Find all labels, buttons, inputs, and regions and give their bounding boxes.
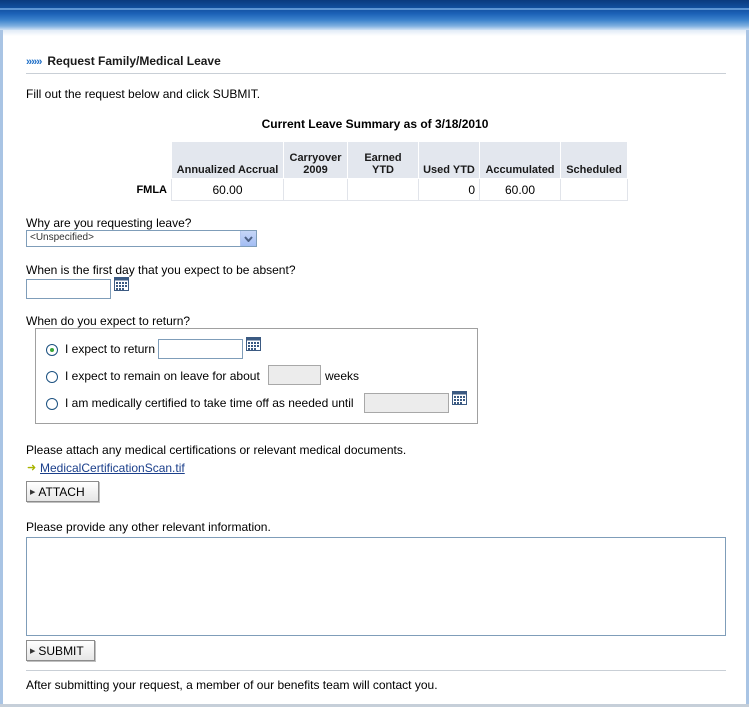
remain-weeks-radio[interactable]: [46, 371, 58, 383]
col-header: Earned YTD: [347, 141, 419, 179]
title-arrows-icon: »»»: [26, 56, 42, 68]
col-header: Accumulated: [479, 141, 561, 179]
calendar-icon[interactable]: [114, 277, 129, 291]
reason-label: Why are you requesting leave?: [26, 216, 192, 230]
header-fade: [0, 30, 749, 36]
weeks-input[interactable]: [268, 365, 321, 385]
attachment-link[interactable]: MedicalCertificationScan.tif: [40, 461, 185, 475]
calendar-icon[interactable]: [246, 337, 261, 351]
cell-carryover: [283, 178, 348, 201]
page-title-text: Request Family/Medical Leave: [47, 54, 221, 68]
weeks-suffix: weeks: [325, 369, 360, 383]
title-divider: [26, 73, 726, 74]
chevron-down-icon[interactable]: [240, 231, 256, 246]
table-corner: [129, 141, 172, 179]
attach-prompt: Please attach any medical certifications…: [26, 443, 407, 457]
cell-earned-ytd: [347, 178, 419, 201]
return-options-group: I expect to return I expect to remain on…: [35, 328, 478, 424]
cell-used-ytd: 0: [418, 178, 480, 201]
footer-divider: [26, 670, 726, 671]
footer-note: After submitting your request, a member …: [26, 678, 438, 692]
certified-until-input[interactable]: [364, 393, 449, 413]
col-header: Carryover 2009: [283, 141, 348, 179]
attach-button-label: ATTACH: [38, 484, 85, 499]
col-header: Used YTD: [418, 141, 480, 179]
button-arrow-icon: ▶: [30, 488, 36, 496]
intro-text: Fill out the request below and click SUB…: [26, 87, 261, 101]
return-date-radio[interactable]: [46, 344, 58, 356]
cell-annualized-accrual: 60.00: [171, 178, 284, 201]
app-header-bar: [0, 0, 749, 30]
cell-accumulated: 60.00: [479, 178, 561, 201]
first-day-input[interactable]: [26, 279, 111, 299]
submit-button[interactable]: ▶ SUBMIT: [26, 640, 95, 661]
page-title: »»» Request Family/Medical Leave: [26, 54, 221, 68]
remain-weeks-label: I expect to remain on leave for about: [65, 369, 260, 383]
certified-until-label: I am medically certified to take time of…: [65, 396, 354, 410]
submit-button-label: SUBMIT: [38, 643, 84, 658]
first-day-label: When is the first day that you expect to…: [26, 263, 296, 277]
leave-summary-table: Annualized Accrual Carryover 2009 Earned…: [129, 141, 628, 201]
return-date-input[interactable]: [158, 339, 243, 359]
certified-until-radio[interactable]: [46, 398, 58, 410]
other-info-textarea[interactable]: [26, 537, 726, 636]
frame-border-left: [0, 30, 3, 707]
row-label: FMLA: [136, 183, 167, 196]
table-row: FMLA 60.00 0 60.00: [130, 178, 628, 201]
leave-summary-title: Current Leave Summary as of 3/18/2010: [261, 117, 489, 131]
return-label: When do you expect to return?: [26, 314, 191, 328]
calendar-icon[interactable]: [452, 391, 467, 405]
reason-select-value: <Unspecified>: [30, 232, 94, 243]
col-header: Annualized Accrual: [171, 141, 284, 179]
button-arrow-icon: ▶: [30, 647, 36, 655]
cell-scheduled: [560, 178, 628, 201]
col-header: Scheduled: [560, 141, 628, 179]
return-date-label: I expect to return: [65, 342, 156, 356]
arrow-bullet-icon: ➜: [27, 462, 37, 474]
attach-button[interactable]: ▶ ATTACH: [26, 481, 99, 502]
reason-select[interactable]: <Unspecified>: [26, 230, 257, 247]
other-info-label: Please provide any other relevant inform…: [26, 520, 271, 534]
